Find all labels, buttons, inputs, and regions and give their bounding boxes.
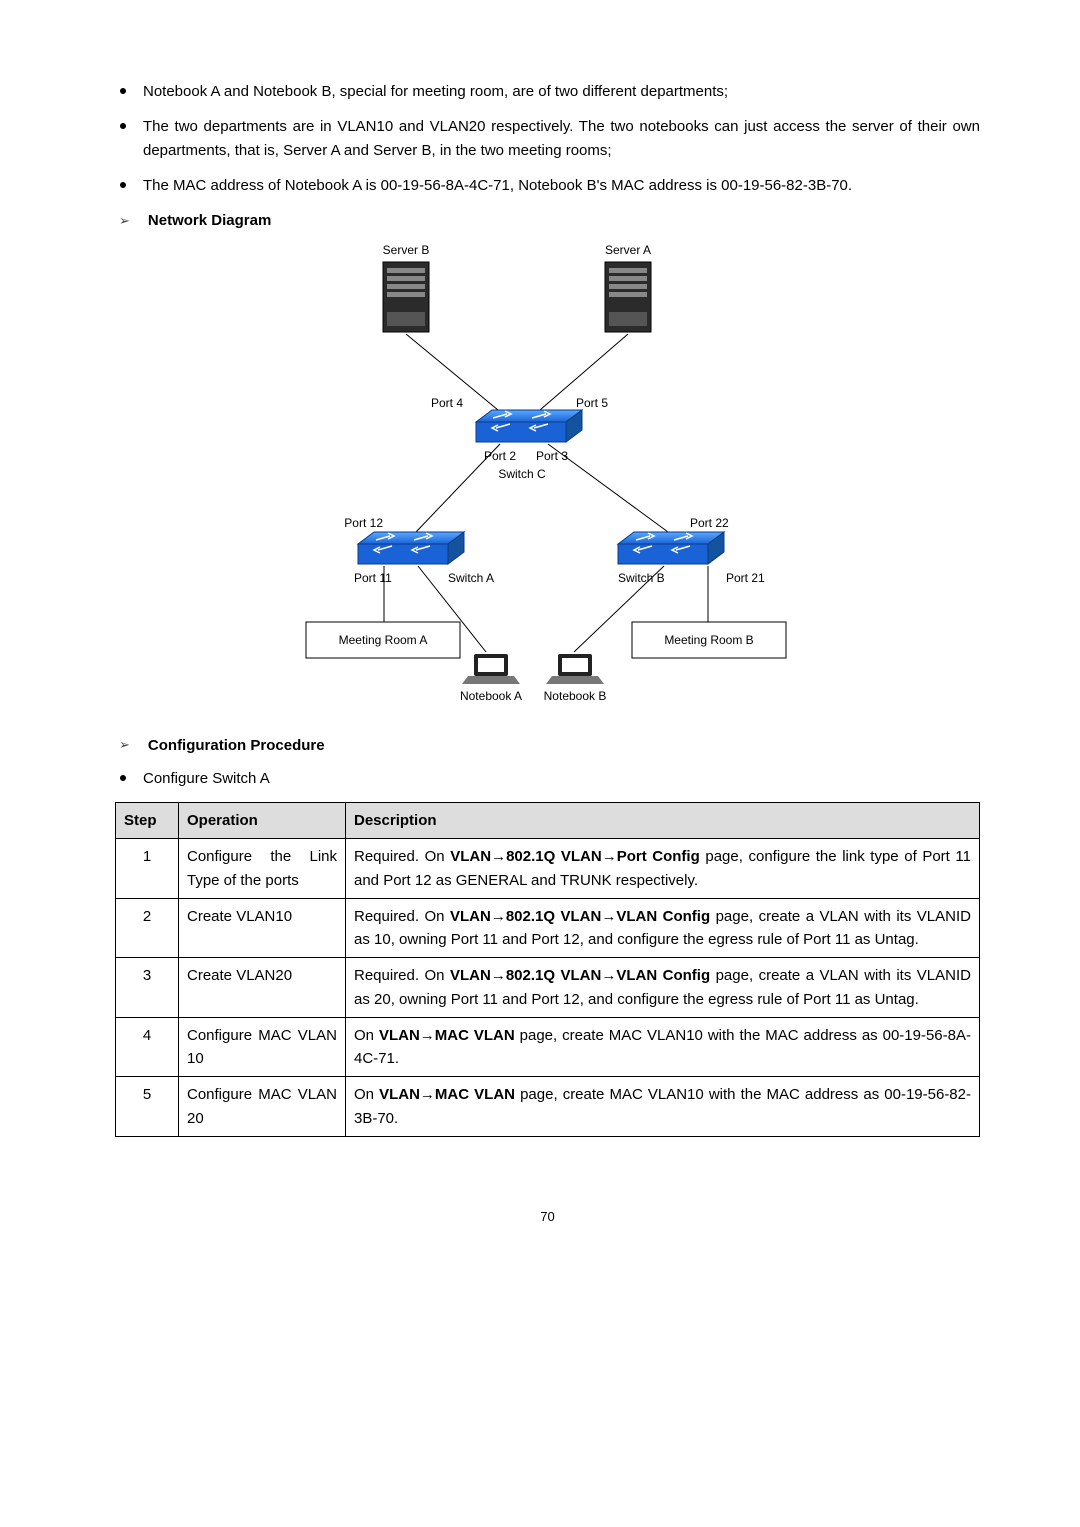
cell-operation: Create VLAN10 xyxy=(179,898,346,958)
table-row: 1Configure the Link Type of the portsReq… xyxy=(116,839,980,899)
server-b-icon: Server B xyxy=(382,243,429,332)
arrow-icon: ➢ xyxy=(119,211,130,231)
cell-description: Required. On VLAN→802.1Q VLAN→VLAN Confi… xyxy=(346,958,980,1018)
notebook-a-label: Notebook A xyxy=(459,689,521,703)
configure-switch-list: Configure Switch A xyxy=(115,767,980,790)
server-b-label: Server B xyxy=(382,243,429,257)
port3-label: Port 3 xyxy=(536,449,568,463)
section-label: Network Diagram xyxy=(148,209,271,232)
table-header-row: Step Operation Description xyxy=(116,803,980,839)
network-diagram: Server B Server A Port 4 Port 5 Port 2 P… xyxy=(288,242,808,719)
meeting-room-a-icon: Meeting Room A xyxy=(306,622,460,658)
port5-label: Port 5 xyxy=(576,396,608,410)
switch-c-icon xyxy=(476,410,582,442)
bullet-item: Notebook A and Notebook B, special for m… xyxy=(115,80,980,103)
th-step: Step xyxy=(116,803,179,839)
notebook-a-icon: Notebook A xyxy=(459,654,521,703)
cell-operation: Configure MAC VLAN 20 xyxy=(179,1077,346,1137)
cell-operation: Create VLAN20 xyxy=(179,958,346,1018)
switch-b-icon xyxy=(618,532,724,564)
section-label: Configuration Procedure xyxy=(148,734,325,757)
requirements-list: Notebook A and Notebook B, special for m… xyxy=(115,80,980,197)
th-description: Description xyxy=(346,803,980,839)
server-a-label: Server A xyxy=(604,243,650,257)
config-table: Step Operation Description 1Configure th… xyxy=(115,802,980,1137)
cell-operation: Configure the Link Type of the ports xyxy=(179,839,346,899)
switch-c-label: Switch C xyxy=(498,467,546,481)
cell-step: 2 xyxy=(116,898,179,958)
cell-step: 1 xyxy=(116,839,179,899)
cell-step: 3 xyxy=(116,958,179,1018)
meeting-b-label: Meeting Room B xyxy=(664,633,753,647)
meeting-room-b-icon: Meeting Room B xyxy=(632,622,786,658)
configure-switch-a: Configure Switch A xyxy=(115,767,980,790)
cell-description: Required. On VLAN→802.1Q VLAN→Port Confi… xyxy=(346,839,980,899)
cell-description: On VLAN→MAC VLAN page, create MAC VLAN10… xyxy=(346,1077,980,1137)
cell-description: Required. On VLAN→802.1Q VLAN→VLAN Confi… xyxy=(346,898,980,958)
meeting-a-label: Meeting Room A xyxy=(338,633,427,647)
switch-a-icon xyxy=(358,532,464,564)
arrow-icon: ➢ xyxy=(119,735,130,755)
table-body: 1Configure the Link Type of the portsReq… xyxy=(116,839,980,1137)
cell-step: 4 xyxy=(116,1017,179,1077)
notebook-b-icon: Notebook B xyxy=(543,654,606,703)
section-config-procedure: ➢ Configuration Procedure xyxy=(119,734,980,757)
server-a-icon: Server A xyxy=(604,243,650,332)
switch-a-label: Switch A xyxy=(448,571,494,585)
switch-b-label: Switch B xyxy=(618,571,665,585)
cell-operation: Configure MAC VLAN 10 xyxy=(179,1017,346,1077)
page-number: 70 xyxy=(115,1207,980,1227)
bullet-item: The MAC address of Notebook A is 00-19-5… xyxy=(115,174,980,197)
port22-label: Port 22 xyxy=(690,516,729,530)
bullet-item: The two departments are in VLAN10 and VL… xyxy=(115,115,980,162)
cell-description: On VLAN→MAC VLAN page, create MAC VLAN10… xyxy=(346,1017,980,1077)
table-row: 2Create VLAN10Required. On VLAN→802.1Q V… xyxy=(116,898,980,958)
th-operation: Operation xyxy=(179,803,346,839)
section-network-diagram: ➢ Network Diagram xyxy=(119,209,980,232)
port11-label: Port 11 xyxy=(354,571,392,585)
port4-label: Port 4 xyxy=(430,396,462,410)
port12-label: Port 12 xyxy=(344,516,383,530)
table-row: 3Create VLAN20Required. On VLAN→802.1Q V… xyxy=(116,958,980,1018)
table-row: 4Configure MAC VLAN 10On VLAN→MAC VLAN p… xyxy=(116,1017,980,1077)
cell-step: 5 xyxy=(116,1077,179,1137)
notebook-b-label: Notebook B xyxy=(543,689,606,703)
port21-label: Port 21 xyxy=(726,571,765,585)
table-row: 5Configure MAC VLAN 20On VLAN→MAC VLAN p… xyxy=(116,1077,980,1137)
